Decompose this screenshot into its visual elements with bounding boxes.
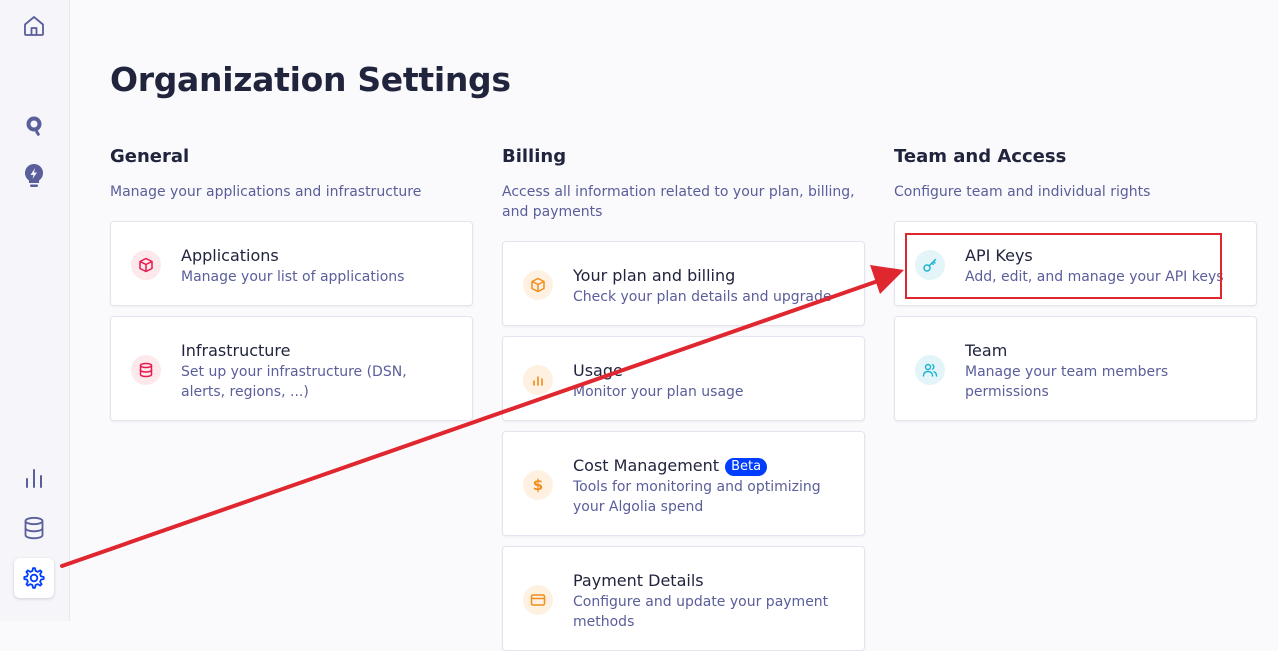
users-icon [915, 355, 945, 385]
database-icon [24, 516, 44, 540]
card-subtitle: Monitor your plan usage [573, 384, 744, 400]
section-general-title: General [110, 146, 190, 167]
key-icon [915, 250, 945, 280]
section-billing: Billing Access all information related t… [502, 146, 865, 222]
section-billing-description: Access all information related to your p… [502, 184, 855, 220]
box-icon [131, 250, 161, 280]
card-applications[interactable]: Applications Manage your list of applica… [110, 221, 473, 306]
sidebar-item-home[interactable] [14, 6, 54, 46]
beta-badge: Beta [725, 458, 768, 476]
card-team[interactable]: Team Manage your team members permission… [894, 316, 1257, 421]
section-team-description: Configure team and individual rights [894, 184, 1151, 200]
card-subtitle: Manage your list of applications [181, 269, 405, 285]
sidebar-item-search[interactable] [14, 106, 54, 146]
card-payment-details[interactable]: Payment Details Configure and update you… [502, 546, 865, 651]
gear-icon [23, 567, 45, 589]
card-title: Infrastructure [181, 341, 291, 360]
section-team-title: Team and Access [894, 146, 1067, 167]
section-general-description: Manage your applications and infrastruct… [110, 184, 422, 200]
card-title: API Keys [965, 246, 1033, 265]
sidebar-item-data[interactable] [14, 508, 54, 548]
card-title: Applications [181, 246, 279, 265]
box-icon [523, 270, 553, 300]
home-icon [24, 16, 44, 36]
card-infrastructure[interactable]: Infrastructure Set up your infrastructur… [110, 316, 473, 421]
card-subtitle: Manage your team members permissions [965, 364, 1169, 400]
credit-card-icon [523, 585, 553, 615]
card-plan-billing[interactable]: Your plan and billing Check your plan de… [502, 241, 865, 326]
card-title: Cost Management [573, 456, 720, 475]
section-team: Team and Access Configure team and indiv… [894, 146, 1257, 202]
search-icon [26, 116, 42, 136]
card-subtitle: Set up your infrastructure (DSN, alerts,… [181, 364, 407, 400]
page-title: Organization Settings [110, 60, 511, 99]
card-cost-management[interactable]: $ Cost Management Beta Tools for monitori… [502, 431, 865, 536]
database-icon [131, 355, 161, 385]
card-api-keys[interactable]: API Keys Add, edit, and manage your API … [894, 221, 1257, 306]
card-subtitle: Check your plan details and upgrade [573, 289, 832, 305]
dollar-icon: $ [523, 470, 553, 500]
sidebar [0, 0, 70, 621]
card-title: Usage [573, 361, 623, 380]
bar-chart-icon [523, 365, 553, 395]
section-billing-title: Billing [502, 146, 567, 167]
card-usage[interactable]: Usage Monitor your plan usage [502, 336, 865, 421]
card-subtitle: Add, edit, and manage your API keys [965, 269, 1224, 285]
card-title: Payment Details [573, 571, 704, 590]
card-subtitle: Tools for monitoring and optimizing your… [573, 479, 821, 515]
sidebar-item-settings[interactable] [14, 558, 54, 598]
card-subtitle: Configure and update your payment method… [573, 594, 829, 630]
lightbulb-bolt-icon [24, 163, 44, 187]
card-title: Your plan and billing [573, 266, 736, 285]
sidebar-item-bolt[interactable] [14, 156, 54, 196]
bar-chart-icon [26, 469, 42, 488]
card-title: Team [965, 341, 1008, 360]
sidebar-item-analytics[interactable] [14, 458, 54, 498]
section-general: General Manage your applications and inf… [110, 146, 473, 202]
